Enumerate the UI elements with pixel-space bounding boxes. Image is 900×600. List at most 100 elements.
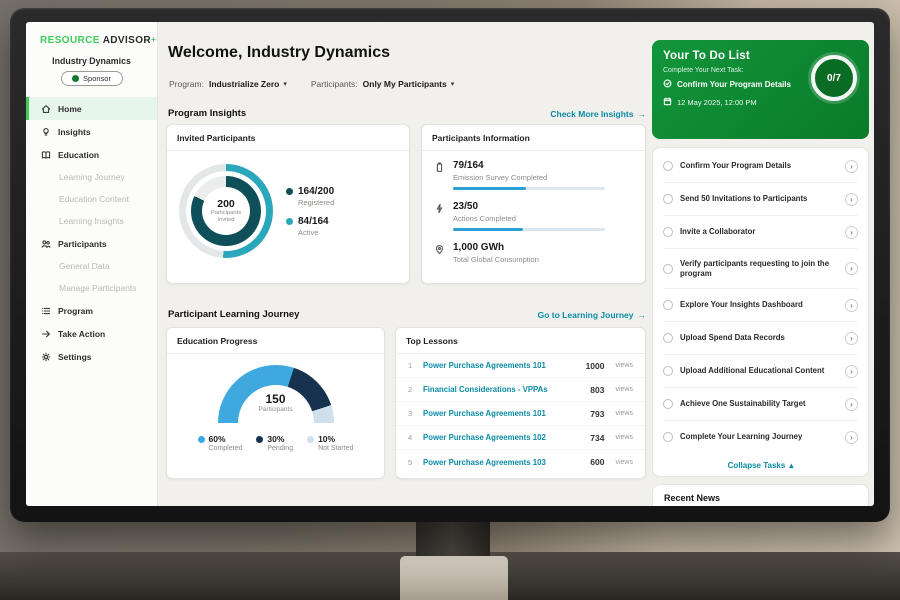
sidebar-item-label: Settings bbox=[58, 352, 92, 362]
task-row[interactable]: Explore Your Insights Dashboard › bbox=[663, 289, 858, 322]
task-checkbox[interactable] bbox=[663, 194, 673, 204]
task-checkbox[interactable] bbox=[663, 264, 673, 274]
go-to-learning-journey-link[interactable]: Go to Learning Journey → bbox=[538, 310, 646, 320]
invited-donut-chart: 200 Participants Invited 164/200 Registe… bbox=[167, 151, 409, 258]
stat-value: 79/164 bbox=[453, 160, 605, 171]
arrow-right-icon: → bbox=[638, 310, 647, 320]
chevron-right-icon[interactable]: › bbox=[845, 398, 858, 411]
sidebar-item-program[interactable]: Program bbox=[26, 299, 157, 322]
sidebar-nav: Home Insights Education Learning Journey bbox=[26, 97, 157, 368]
program-filter[interactable]: Program: Industrialize Zero ▾ bbox=[169, 79, 287, 89]
todo-header-card: Your To Do List Complete Your Next Task:… bbox=[652, 40, 869, 139]
card-title: Education Progress bbox=[167, 328, 384, 354]
task-checkbox[interactable] bbox=[663, 300, 673, 310]
sidebar-item-learning-insights[interactable]: Learning Insights bbox=[26, 210, 157, 232]
task-label: Verify participants requesting to join t… bbox=[680, 259, 838, 279]
lesson-title-link[interactable]: Financial Considerations - VPPAs bbox=[423, 385, 582, 394]
list-icon bbox=[41, 306, 51, 316]
book-icon bbox=[41, 150, 51, 160]
task-checkbox[interactable] bbox=[663, 366, 673, 376]
lesson-row[interactable]: 1 Power Purchase Agreements 101 1000 vie… bbox=[396, 354, 645, 378]
sidebar-item-education[interactable]: Education bbox=[26, 143, 157, 166]
lesson-views-suffix: views bbox=[615, 362, 633, 369]
legend-value: 30% bbox=[267, 434, 293, 444]
legend-label: Completed bbox=[209, 445, 243, 452]
donut-center-value: 200 bbox=[217, 198, 235, 210]
education-progress-card: Education Progress 150 Participants bbox=[166, 327, 385, 479]
sidebar-item-general-data[interactable]: General Data bbox=[26, 255, 157, 277]
sidebar-item-label: Education bbox=[58, 150, 99, 160]
sidebar: RESOURCE ADVISOR+ Industry Dynamics Spon… bbox=[26, 22, 158, 506]
task-label: Complete Your Learning Journey bbox=[680, 432, 838, 442]
collapse-tasks-link[interactable]: Collapse Tasks ▴ bbox=[663, 453, 858, 474]
task-checkbox[interactable] bbox=[663, 227, 673, 237]
sidebar-item-learning-journey[interactable]: Learning Journey bbox=[26, 166, 157, 188]
check-more-insights-link[interactable]: Check More Insights → bbox=[550, 109, 646, 119]
task-row[interactable]: Invite a Collaborator › bbox=[663, 216, 858, 249]
section-title: Participant Learning Journey bbox=[168, 309, 299, 320]
legend-label: Active bbox=[298, 228, 329, 237]
stat-value: 23/50 bbox=[453, 201, 605, 212]
lesson-row[interactable]: 2 Financial Considerations - VPPAs 803 v… bbox=[396, 378, 645, 402]
participants-filter[interactable]: Participants: Only My Participants ▾ bbox=[311, 79, 454, 89]
sidebar-item-label: Home bbox=[58, 104, 82, 114]
sidebar-item-insights[interactable]: Insights bbox=[26, 120, 157, 143]
task-checkbox[interactable] bbox=[663, 399, 673, 409]
donut-chart: 200 Participants Invited bbox=[179, 164, 273, 258]
program-filter-value: Industrialize Zero bbox=[209, 79, 279, 89]
sidebar-item-manage-participants[interactable]: Manage Participants bbox=[26, 277, 157, 299]
sidebar-item-take-action[interactable]: Take Action bbox=[26, 322, 157, 345]
sidebar-item-label: Take Action bbox=[58, 329, 105, 339]
donut-center-label: Participants Invited bbox=[206, 210, 246, 223]
task-row[interactable]: Complete Your Learning Journey › bbox=[663, 421, 858, 453]
chevron-right-icon[interactable]: › bbox=[845, 332, 858, 345]
chevron-right-icon[interactable]: › bbox=[845, 299, 858, 312]
chevron-right-icon[interactable]: › bbox=[845, 226, 858, 239]
lesson-views-suffix: views bbox=[615, 386, 633, 393]
sidebar-item-participants[interactable]: Participants bbox=[26, 232, 157, 255]
task-row[interactable]: Confirm Your Program Details › bbox=[663, 150, 858, 183]
lesson-title-link[interactable]: Power Purchase Agreements 101 bbox=[423, 361, 578, 370]
lesson-row[interactable]: 4 Power Purchase Agreements 102 734 view… bbox=[396, 426, 645, 450]
page-title: Welcome, Industry Dynamics bbox=[168, 44, 390, 62]
gauge-center-label: Participants bbox=[218, 406, 334, 413]
task-row[interactable]: Achieve One Sustainability Target › bbox=[663, 388, 858, 421]
lesson-title-link[interactable]: Power Purchase Agreements 103 bbox=[423, 458, 582, 467]
calendar-icon bbox=[663, 97, 672, 108]
sidebar-item-home[interactable]: Home bbox=[26, 97, 157, 120]
sidebar-item-education-content[interactable]: Education Content bbox=[26, 188, 157, 210]
sidebar-item-settings[interactable]: Settings bbox=[26, 345, 157, 368]
chevron-right-icon[interactable]: › bbox=[845, 431, 858, 444]
invited-participants-card: Invited Participants 200 Participants In… bbox=[166, 124, 410, 284]
task-label: Explore Your Insights Dashboard bbox=[680, 300, 838, 310]
gauge-legend: 60% Completed 30% Pending bbox=[198, 434, 354, 452]
lesson-title-link[interactable]: Power Purchase Agreements 101 bbox=[423, 409, 582, 418]
task-checkbox[interactable] bbox=[663, 161, 673, 171]
todo-task-list: Confirm Your Program Details › Send 50 I… bbox=[652, 147, 869, 477]
task-checkbox[interactable] bbox=[663, 432, 673, 442]
legend-item-registered: 164/200 Registered bbox=[286, 186, 334, 207]
task-row[interactable]: Upload Additional Educational Content › bbox=[663, 355, 858, 388]
chevron-right-icon[interactable]: › bbox=[845, 365, 858, 378]
org-name: Industry Dynamics bbox=[26, 56, 157, 66]
chevron-right-icon[interactable]: › bbox=[845, 160, 858, 173]
stat-emission-survey: 79/164 Emission Survey Completed bbox=[422, 151, 645, 192]
legend-dot bbox=[307, 436, 314, 443]
task-label: Achieve One Sustainability Target bbox=[680, 399, 838, 409]
task-checkbox[interactable] bbox=[663, 333, 673, 343]
stat-label: Total Global Consumption bbox=[453, 255, 539, 264]
task-row[interactable]: Send 50 Invitations to Participants › bbox=[663, 183, 858, 216]
participants-information-card: Participants Information 79/164 Emission… bbox=[421, 124, 646, 284]
lesson-row[interactable]: 5 Power Purchase Agreements 103 600 view… bbox=[396, 450, 645, 474]
task-row[interactable]: Upload Spend Data Records › bbox=[663, 322, 858, 355]
chevron-right-icon[interactable]: › bbox=[845, 193, 858, 206]
task-row[interactable]: Verify participants requesting to join t… bbox=[663, 249, 858, 289]
lesson-row[interactable]: 3 Power Purchase Agreements 101 793 view… bbox=[396, 402, 645, 426]
lesson-title-link[interactable]: Power Purchase Agreements 102 bbox=[423, 433, 582, 442]
chevron-right-icon[interactable]: › bbox=[845, 262, 858, 275]
lesson-rank: 3 bbox=[408, 409, 415, 418]
task-label: Upload Additional Educational Content bbox=[680, 366, 838, 376]
education-gauge-chart: 150 Participants 60% Completed bbox=[167, 354, 384, 452]
sidebar-item-label: Manage Participants bbox=[59, 283, 137, 293]
legend-dot bbox=[198, 436, 205, 443]
